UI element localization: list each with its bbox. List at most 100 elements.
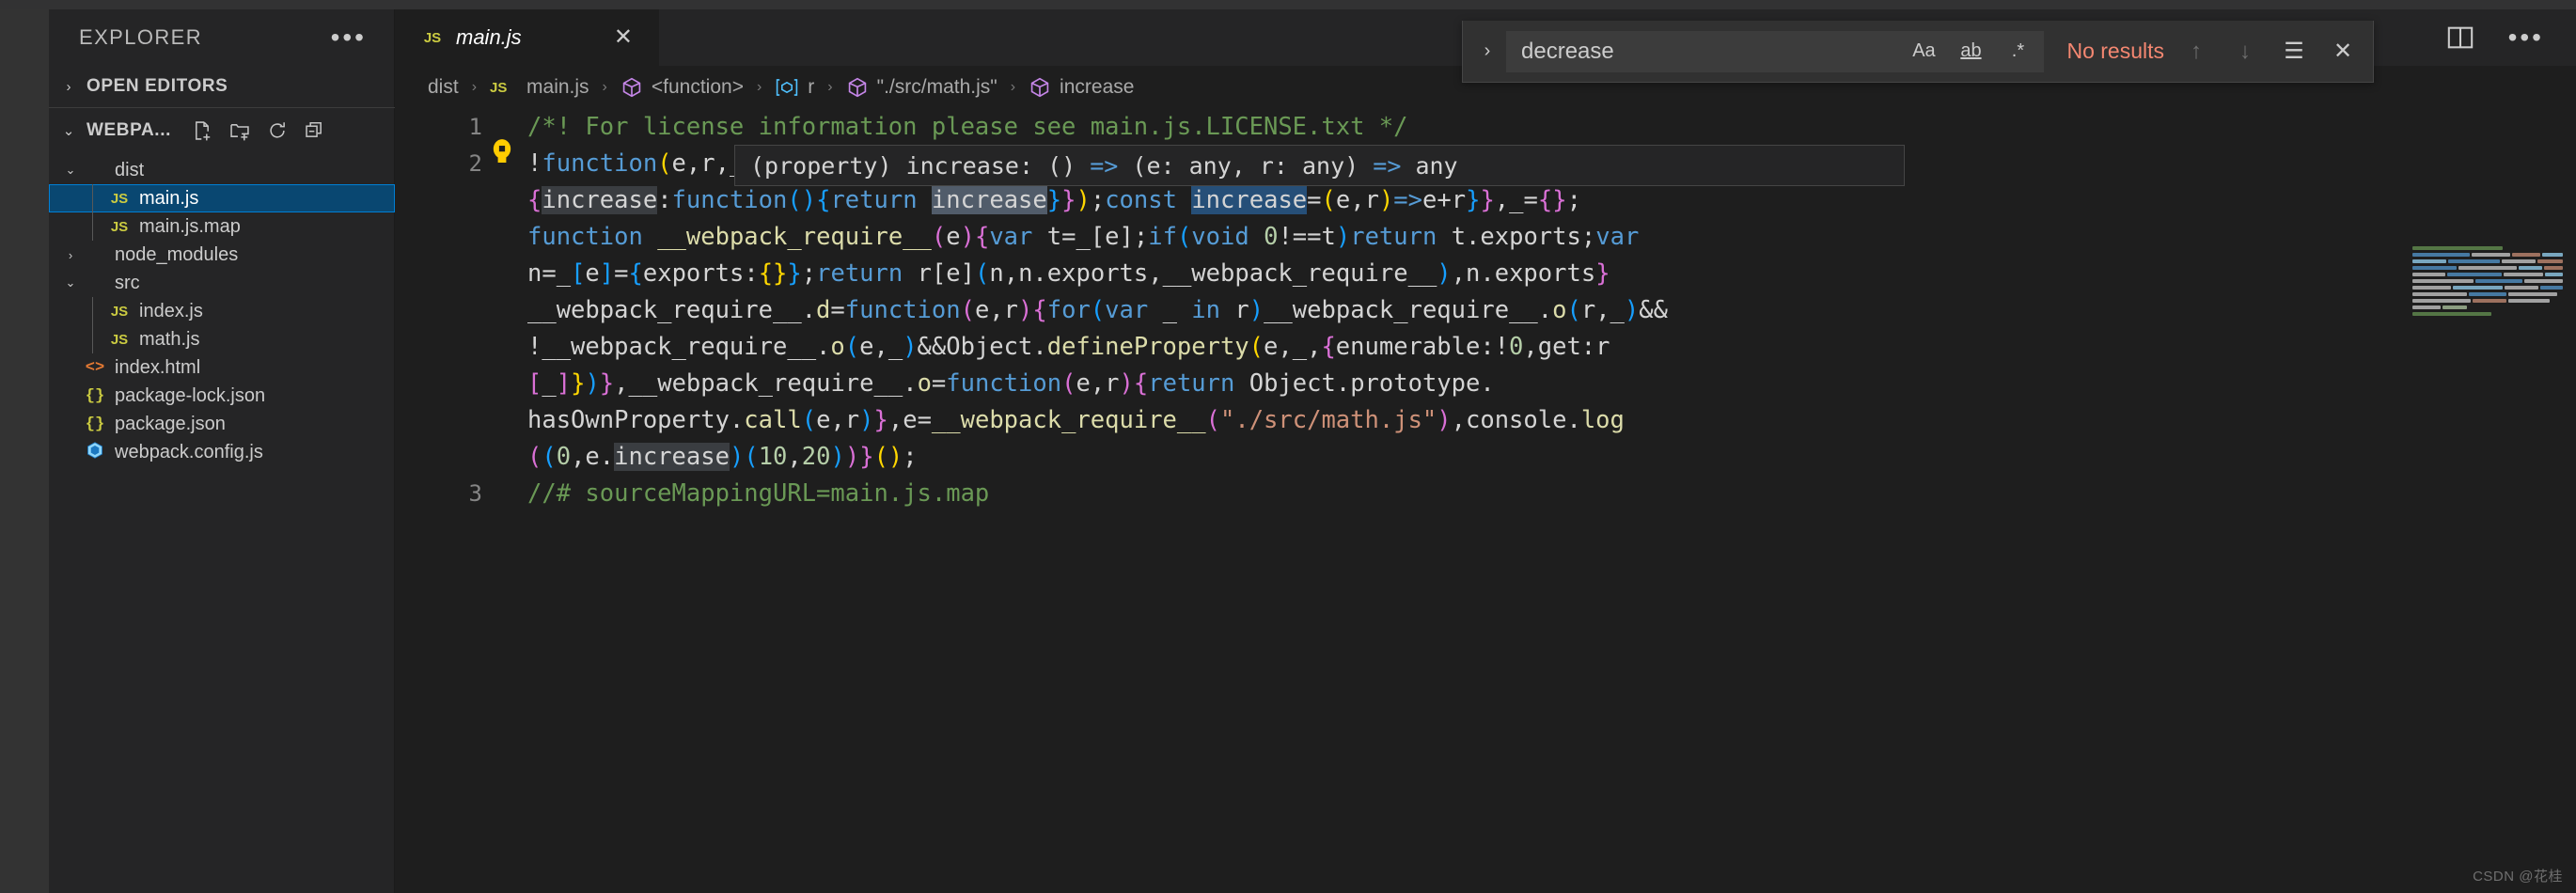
minimap-segment (2544, 265, 2563, 270)
previous-match-icon[interactable]: ↑ (2177, 34, 2215, 70)
tree-item-main-js-map[interactable]: JS main.js.map (49, 212, 395, 241)
toggle-replace-icon[interactable]: › (1469, 40, 1506, 62)
minimap[interactable] (2405, 209, 2572, 893)
breadcrumb-item-label: increase (1060, 76, 1135, 98)
hover-arrow-2: => (1373, 151, 1402, 180)
breadcrumb-item-src-math-js[interactable]: "./src/math.js" (844, 76, 999, 99)
minimap-segment (2447, 272, 2502, 276)
breadcrumb-item-increase[interactable]: increase (1027, 76, 1136, 99)
minimap-segment (2501, 258, 2536, 263)
breadcrumb-item-function[interactable]: <function> (619, 76, 746, 99)
tree-item-math-js[interactable]: JS math.js (49, 325, 395, 353)
tree-item-webpack-config-js[interactable]: webpack.config.js (49, 438, 395, 466)
collapse-all-icon[interactable] (305, 120, 325, 141)
minimap-lines (2412, 244, 2564, 317)
activity-bar[interactable] (0, 9, 49, 893)
tree-item-package-json[interactable]: {} package.json (49, 410, 395, 438)
title-bar (0, 0, 2576, 9)
code-line-2h: hasOwnProperty.call(e,r)},e=__webpack_re… (527, 406, 1625, 434)
minimap-segment (2512, 252, 2540, 257)
breadcrumb-item-label: r (808, 76, 815, 98)
close-icon[interactable]: ✕ (608, 23, 638, 53)
breadcrumb-item-label: "./src/math.js" (876, 76, 997, 98)
tree-item-label: package.json (115, 413, 226, 434)
tree-item-src[interactable]: ⌄ src (49, 269, 395, 297)
split-editor-icon[interactable] (2446, 24, 2474, 52)
code-editor[interactable]: 1 2 3 /*! For license information please s… (396, 109, 2576, 893)
file-tree: ⌄ dist JS main.js JS main.js.map › node_modules… (49, 156, 395, 466)
tree-item-package-lock-json[interactable]: {} package-lock.json (49, 382, 395, 410)
find-widget: › Aa ab .* No results ↑ ↓ ☰ ✕ (1462, 21, 2374, 83)
editor-actions: ••• (2446, 9, 2576, 66)
find-in-selection-icon[interactable]: ☰ (2275, 34, 2313, 70)
minimap-row (2412, 297, 2563, 304)
sidebar-section-open-editors[interactable]: › OPEN EDITORS (49, 66, 395, 107)
minimap-segment (2519, 265, 2543, 270)
page-title: EXPLORER (79, 25, 203, 49)
code-line-2b: {increase:function(){return increase}});… (527, 186, 1581, 214)
tree-item-node-modules[interactable]: › node_modules (49, 241, 395, 269)
minimap-segment (2412, 285, 2452, 290)
minimap-segment (2412, 272, 2446, 276)
code-line-2i: ((0,e.increase)(10,20))}(); (527, 443, 918, 471)
webpack-file-icon (81, 441, 109, 463)
breadcrumb-separator: › (1010, 79, 1016, 95)
find-buttons: ↑ ↓ ☰ ✕ (2177, 34, 2362, 70)
hover-middle: (e: any, r: any) (1118, 151, 1374, 180)
editor-group: JS main.js ✕ ••• dist › JS main.js › <functio… (396, 9, 2576, 893)
tree-item-label: math.js (139, 328, 200, 350)
find-result-count: No results (2066, 39, 2164, 63)
tree-item-index-js[interactable]: JS index.js (49, 297, 395, 325)
js-file-icon: JS (110, 218, 129, 235)
next-match-icon[interactable]: ↓ (2226, 34, 2264, 70)
minimap-segment (2473, 298, 2506, 303)
tab-label: main.js (456, 25, 522, 49)
minimap-row (2412, 284, 2563, 290)
hover-tooltip: (property) increase: () => (e: any, r: a… (734, 145, 1905, 186)
code-line-2f: !__webpack_require__.o(e,_)&&Object.defi… (527, 333, 1610, 361)
twisty-icon[interactable]: ⌄ (60, 275, 81, 290)
more-actions-icon[interactable]: ••• (2506, 24, 2546, 51)
line-number-spacer (396, 256, 482, 292)
json-file-icon: {} (85, 415, 105, 433)
tab-main-js[interactable]: JS main.js ✕ (396, 9, 659, 66)
match-whole-word-icon[interactable]: ab (1952, 34, 1989, 70)
breadcrumb-item-main-js[interactable]: JS main.js (488, 76, 591, 99)
tree-item-index-html[interactable]: <> index.html (49, 353, 395, 382)
new-folder-icon[interactable] (229, 120, 250, 141)
minimap-row (2412, 310, 2563, 317)
twisty-icon[interactable]: › (60, 248, 81, 262)
breadcrumb-item-r[interactable]: r (773, 76, 816, 99)
new-file-icon[interactable] (192, 120, 212, 141)
explorer-sidebar: EXPLORER ••• › OPEN EDITORS ⌄ WEBPA... ⌄… (0, 9, 395, 893)
js-file-icon: JS (423, 29, 442, 46)
minimap-segment (2523, 278, 2563, 283)
watermark: CSDN @花桂 (2473, 869, 2563, 885)
use-regex-icon[interactable]: .* (1999, 34, 2036, 70)
tree-item-label: index.js (139, 300, 203, 321)
breadcrumb-item-dist[interactable]: dist (426, 76, 461, 99)
tree-item-label: src (115, 272, 140, 293)
match-case-icon[interactable]: Aa (1905, 34, 1942, 70)
tree-item-main-js[interactable]: JS main.js (49, 184, 395, 212)
explorer-more-icon[interactable]: ••• (329, 24, 369, 51)
symbol-variable-icon (775, 76, 799, 99)
js-file-icon: JS (490, 79, 508, 96)
minimap-segment (2412, 278, 2474, 283)
minimap-segment (2412, 265, 2457, 270)
twisty-icon[interactable]: ⌄ (60, 163, 81, 178)
code-line-2e: __webpack_require__.d=function(e,r){for(… (527, 296, 1668, 324)
search-input[interactable] (1521, 38, 1906, 65)
json-file-icon: {} (85, 386, 105, 405)
lightbulb-icon[interactable] (492, 138, 512, 166)
breadcrumb-separator: › (827, 79, 833, 95)
line-number-gutter: 1 2 3 (396, 109, 490, 512)
tree-item-dist[interactable]: ⌄ dist (49, 156, 395, 184)
minimap-segment (2537, 258, 2563, 263)
sidebar-section-project[interactable]: ⌄ WEBPA... (49, 107, 395, 152)
chevron-down-icon: ⌄ (62, 122, 75, 139)
line-number-2: 2 (468, 150, 482, 177)
find-input-wrapper[interactable]: Aa ab .* (1506, 30, 2045, 72)
refresh-icon[interactable] (267, 120, 288, 141)
close-find-icon[interactable]: ✕ (2324, 34, 2362, 70)
